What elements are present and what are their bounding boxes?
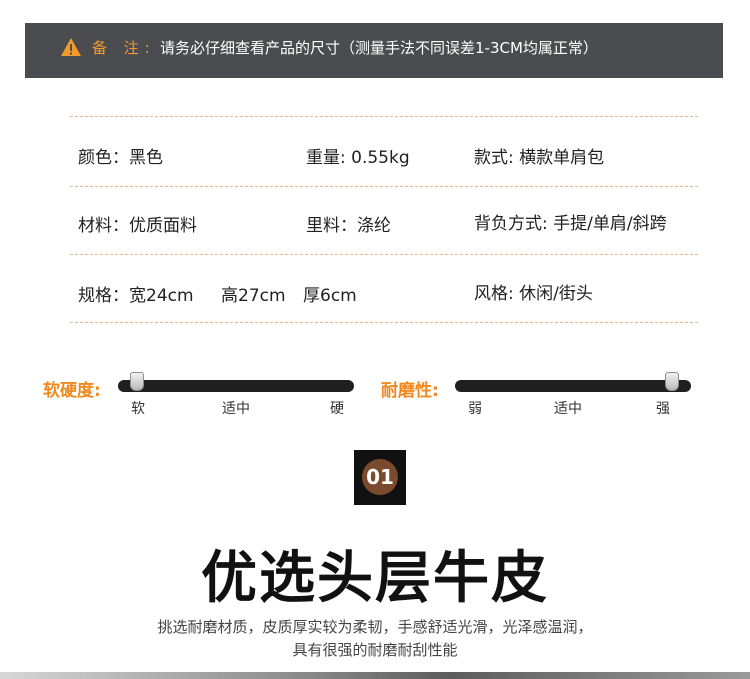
notice-text: 请务必仔细查看产品的尺寸（测量手法不同误差1-3CM均属正常）	[160, 39, 598, 57]
spec-size-width: 规格：宽24cm	[78, 286, 194, 306]
durability-track	[455, 380, 691, 392]
notice-label: 备 注:	[92, 39, 156, 57]
section-number: 01	[362, 459, 398, 495]
section-desc-line1: 挑选耐磨材质，皮质厚实较为柔韧，手感舒适光滑，光泽感温润，	[157, 618, 593, 636]
divider	[70, 322, 698, 323]
spec-size-height: 高27cm	[221, 286, 286, 306]
durability-tick-low: 弱	[468, 401, 482, 417]
durability-tick-high: 强	[656, 401, 670, 417]
softness-tick-mid: 适中	[222, 401, 250, 417]
section-title: 优选头层牛皮	[201, 546, 549, 611]
divider	[70, 186, 698, 187]
durability-tick-mid: 适中	[554, 401, 582, 417]
spec-vibe: 风格: 休闲/街头	[474, 284, 593, 304]
warning-icon	[61, 38, 81, 56]
spec-style: 款式: 横款单肩包	[474, 148, 605, 168]
spec-material: 材料：优质面料	[78, 216, 197, 236]
softness-knob[interactable]	[129, 372, 144, 391]
product-image-edge	[0, 672, 750, 679]
softness-track	[118, 380, 354, 392]
section-number-badge: 01	[354, 450, 406, 505]
spec-lining: 里料：涤纶	[306, 216, 391, 236]
spec-weight: 重量: 0.55kg	[306, 148, 410, 168]
durability-label: 耐磨性:	[381, 381, 439, 401]
notice-bar: 备 注: 请务必仔细查看产品的尺寸（测量手法不同误差1-3CM均属正常）	[25, 23, 723, 78]
spec-carry: 背负方式: 手提/单肩/斜跨	[474, 214, 667, 234]
spec-color: 颜色：黑色	[78, 148, 163, 168]
divider	[70, 254, 698, 255]
spec-size-thickness: 厚6cm	[303, 286, 357, 306]
section-desc-line2: 具有很强的耐磨耐刮性能	[292, 641, 458, 659]
durability-knob[interactable]	[665, 372, 680, 391]
softness-tick-high: 硬	[330, 401, 344, 417]
softness-tick-low: 软	[131, 401, 145, 417]
divider	[70, 116, 698, 117]
softness-label: 软硬度:	[43, 381, 101, 401]
